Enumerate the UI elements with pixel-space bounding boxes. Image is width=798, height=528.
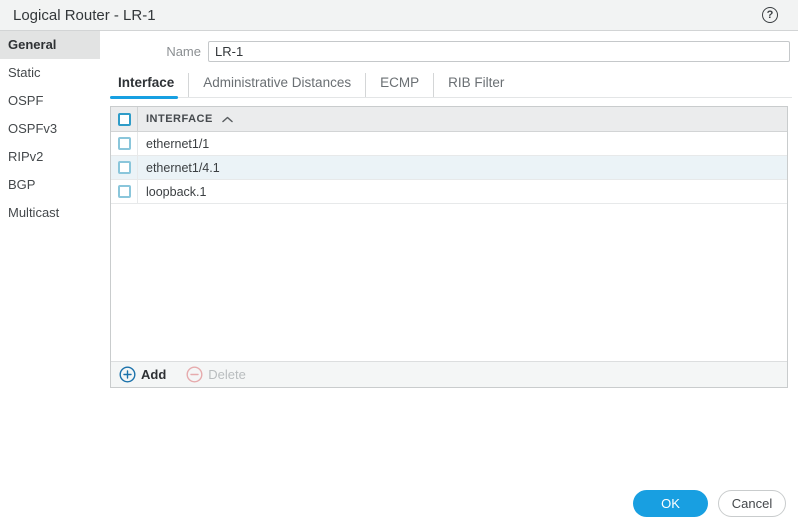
add-icon [119, 366, 136, 383]
tab[interactable]: RIB Filter [433, 73, 518, 97]
tab-bar: Interface Administrative Distances ECMP … [110, 73, 792, 99]
interface-cell: ethernet1/1 [146, 136, 210, 151]
help-icon[interactable]: ? [762, 7, 778, 23]
row-checkbox-cell [111, 132, 138, 155]
table-body: ethernet1/1 ethernet1/4.1 loopback.1 [111, 132, 787, 361]
sidebar-item[interactable]: Static [0, 59, 100, 87]
logical-router-dialog: Logical Router - LR-1 ? General Static O… [0, 0, 798, 528]
table-row[interactable]: ethernet1/1 [111, 132, 787, 156]
table-row[interactable]: ethernet1/4.1 [111, 156, 787, 180]
column-header-interface[interactable]: INTERFACE [146, 113, 213, 125]
ok-button[interactable]: OK [633, 490, 708, 517]
row-checkbox[interactable] [117, 185, 131, 198]
sidebar-item[interactable]: General [0, 31, 100, 59]
name-label: Name [166, 43, 201, 59]
delete-button-label: Delete [208, 367, 246, 382]
content-panel: Name Interface Administrative Distances … [100, 31, 798, 528]
delete-icon [186, 366, 203, 383]
row-checkbox-cell [111, 180, 138, 203]
interface-cell: loopback.1 [146, 184, 207, 199]
interface-cell: ethernet1/4.1 [146, 160, 220, 175]
interface-table: INTERFACE ethernet1/1 ethernet1/4.1 loop… [110, 106, 788, 388]
row-checkbox-cell [111, 156, 138, 179]
table-footer: Add Delete [111, 361, 787, 387]
sidebar: General Static OSPF OSPFv3 RIPv2 BGP Mul… [0, 31, 100, 528]
tab[interactable]: Interface [110, 73, 188, 99]
sidebar-item[interactable]: BGP [0, 171, 100, 199]
name-input[interactable] [208, 40, 790, 62]
sidebar-item[interactable]: RIPv2 [0, 143, 100, 171]
tab[interactable]: ECMP [365, 73, 433, 97]
cancel-button[interactable]: Cancel [718, 490, 786, 517]
sort-ascending-icon[interactable] [222, 116, 233, 123]
add-button[interactable]: Add [119, 366, 166, 383]
select-all-checkbox[interactable] [117, 112, 131, 126]
dialog-title: Logical Router - LR-1 [13, 6, 156, 24]
delete-button[interactable]: Delete [186, 366, 246, 383]
row-checkbox[interactable] [117, 161, 131, 174]
table-header-row: INTERFACE [111, 107, 787, 132]
dialog-titlebar: Logical Router - LR-1 ? [0, 0, 798, 31]
name-field-row: Name [100, 40, 790, 62]
add-button-label: Add [141, 367, 167, 382]
tab[interactable]: Administrative Distances [188, 73, 365, 97]
row-checkbox[interactable] [117, 137, 131, 150]
sidebar-item[interactable]: Multicast [0, 199, 100, 227]
sidebar-item[interactable]: OSPF [0, 87, 100, 115]
sidebar-item[interactable]: OSPFv3 [0, 115, 100, 143]
select-all-cell [111, 107, 138, 131]
table-row[interactable]: loopback.1 [111, 180, 787, 204]
